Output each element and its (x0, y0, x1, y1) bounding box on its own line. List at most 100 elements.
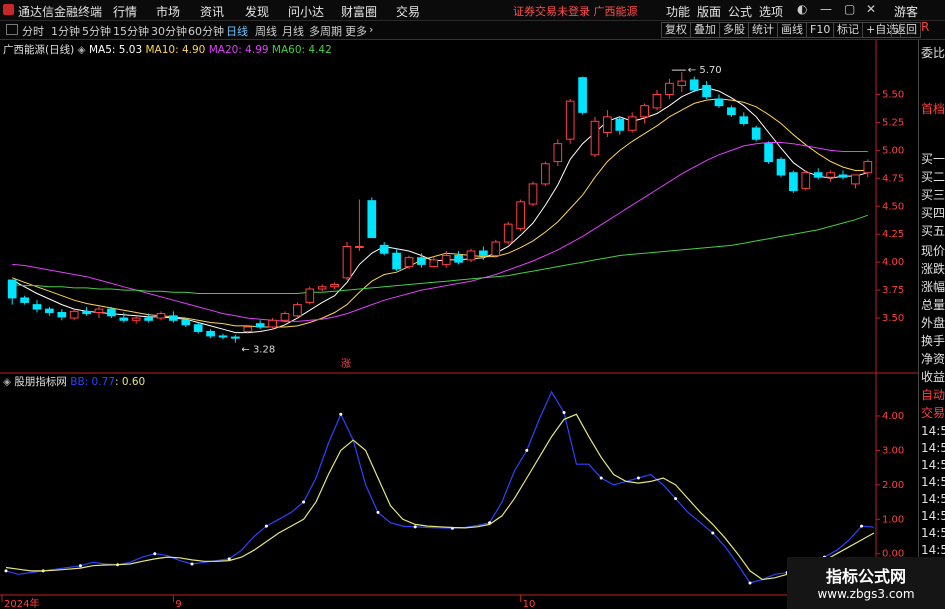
menu-function[interactable]: 功能 (666, 3, 690, 20)
period-30min[interactable]: 30分钟 (151, 23, 187, 39)
right-panel-item: 14:56 (921, 492, 945, 506)
stock-name[interactable]: 广西能源(日线) (3, 44, 74, 56)
indicator-dot (78, 564, 82, 568)
candle-down (119, 317, 129, 321)
f10-button[interactable]: F10 (806, 22, 835, 38)
y-tick-label: 3.75 (882, 285, 904, 296)
candle-down (144, 317, 153, 321)
period-multi[interactable]: 多周期 (309, 23, 342, 39)
period-60min[interactable]: 60分钟 (188, 23, 224, 39)
stats-button[interactable]: 统计 (748, 22, 778, 38)
period-daily[interactable]: 日线 (226, 23, 248, 39)
candle-up (441, 254, 451, 265)
indicator-dot (264, 524, 268, 528)
candle-up (553, 143, 563, 163)
candle-down (20, 297, 29, 303)
toggle-icon[interactable]: ◈ (78, 44, 86, 56)
candle-down (417, 257, 426, 265)
skin-icon[interactable]: ◐ (797, 2, 807, 16)
maximize-icon[interactable]: ▢ (844, 2, 855, 16)
close-icon[interactable]: ✕ (866, 2, 876, 16)
mark-button[interactable]: 标记 (833, 22, 863, 38)
candle-down (392, 252, 401, 270)
x-axis: 2024年91011 (1, 595, 870, 609)
candle-down (379, 244, 389, 254)
indicator-dot (599, 476, 603, 480)
candle-up (590, 120, 600, 156)
menu-ask[interactable]: 问小达 (288, 3, 324, 20)
indicator-name[interactable]: 股朋指标网 (14, 376, 67, 388)
indicator-dot (525, 448, 529, 452)
overlay-button[interactable]: 叠加 (690, 22, 720, 38)
low-label: ← 3.28 (241, 345, 275, 356)
y-tick-label: 4.25 (882, 229, 904, 240)
guest-label[interactable]: 游客 (894, 3, 918, 20)
right-panel-item: 14:56 (921, 543, 945, 557)
candle-down (739, 116, 749, 125)
y-tick-label: 2.00 (882, 480, 904, 491)
y-tick-label: 5.00 (882, 145, 904, 156)
period-tick[interactable]: 分时 (22, 23, 44, 39)
y-tick-label: 1.00 (882, 514, 904, 525)
menu-formula[interactable]: 公式 (728, 3, 752, 20)
draw-button[interactable]: 画线 (777, 22, 807, 38)
menu-discover[interactable]: 发现 (245, 3, 269, 20)
y-tick-label: 5.25 (882, 117, 904, 128)
period-5min[interactable]: 5分钟 (82, 23, 111, 39)
candle-up (404, 257, 414, 268)
candle-up (330, 284, 339, 288)
candle-up (293, 304, 302, 317)
period-1min[interactable]: 1分钟 (51, 23, 80, 39)
menu-options[interactable]: 选项 (759, 3, 783, 20)
app-logo-icon (3, 4, 14, 15)
chart-canvas[interactable]: 5.50 5.25 5.00 4.75 4.50 4.25 4.00 3.75 3.50 4.00… (0, 40, 918, 609)
candle-up (863, 161, 873, 174)
period-monthly[interactable]: 月线 (282, 23, 304, 39)
menu-wealth[interactable]: 财富圈 (341, 3, 377, 20)
right-panel-item: 涨幅 (921, 280, 945, 294)
candle-up (156, 313, 166, 319)
ma-line-ma5 (11, 87, 868, 334)
menu-quotes[interactable]: 行情 (113, 3, 137, 20)
candle-up (503, 223, 513, 243)
menu-trade[interactable]: 交易 (396, 3, 420, 20)
candle-down (578, 77, 587, 113)
candle-up (268, 319, 277, 328)
account-status[interactable]: 证券交易未登录 广西能源 (513, 3, 638, 19)
right-panel-item: 委比 (921, 46, 945, 60)
period-weekly[interactable]: 周线 (255, 23, 277, 39)
back-button[interactable]: 返回 (891, 22, 921, 38)
multi-stock-button[interactable]: 多股 (719, 22, 749, 38)
period-more[interactable]: 更多 (345, 23, 367, 39)
candle-down (82, 310, 91, 315)
indicator-dot (4, 569, 8, 573)
candle-up (305, 288, 315, 303)
candle-down (57, 311, 67, 318)
candle-down (764, 143, 773, 163)
menu-box-icon[interactable] (6, 24, 18, 35)
right-panel-item: 自动 (921, 388, 945, 402)
menu-layout[interactable]: 版面 (697, 3, 721, 20)
right-panel-item: 外盘 (921, 316, 945, 330)
watermark-title: 指标公式网 (825, 567, 906, 586)
candle-down (32, 304, 42, 310)
candle-up (429, 259, 439, 268)
ma60-label: MA60: 4.42 (271, 44, 332, 56)
minimize-icon[interactable]: — (820, 2, 832, 16)
right-panel-item: 首档 (921, 102, 945, 116)
right-panel-flag[interactable]: R (921, 20, 929, 34)
period-15min[interactable]: 15分钟 (113, 23, 149, 39)
right-panel-item: 14:56 (921, 509, 945, 523)
candle-down (107, 308, 116, 317)
indicator-dot (413, 525, 417, 529)
candle-up (317, 286, 327, 290)
toggle-icon[interactable]: ◈ (3, 376, 11, 388)
chevron-right-icon[interactable]: › (369, 23, 373, 36)
ma10-label: MA10: 4.90 (145, 44, 206, 56)
menu-market[interactable]: 市场 (156, 3, 180, 20)
indicator-info-line: ◈ 股朋指标网 BB: 0.77: 0.60 (3, 374, 145, 389)
menu-news[interactable]: 资讯 (200, 3, 224, 20)
adjust-button[interactable]: 复权 (661, 22, 691, 38)
right-panel-item: 14:56 (921, 526, 945, 540)
ma20-label: MA20: 4.99 (208, 44, 269, 56)
